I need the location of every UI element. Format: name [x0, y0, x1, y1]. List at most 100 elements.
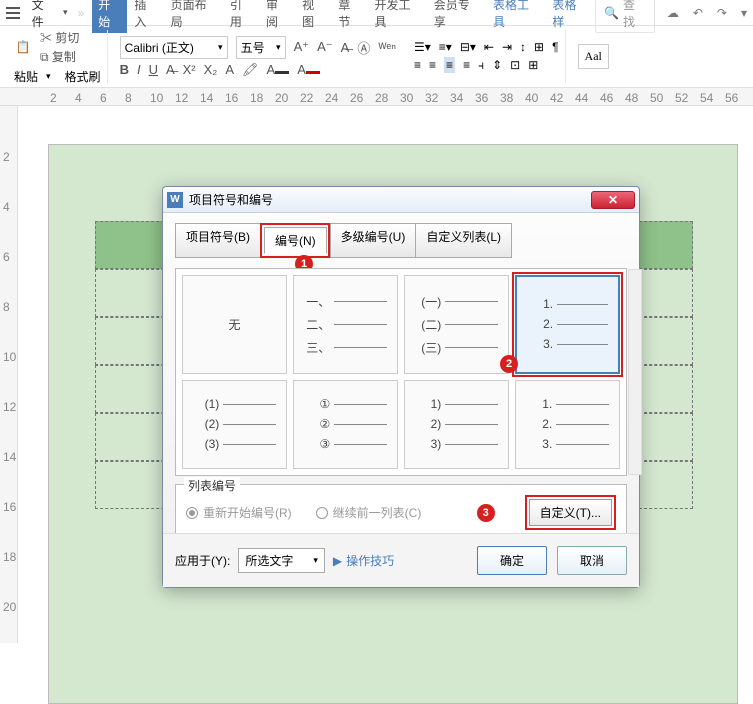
dialog-tabs: 项目符号(B) 编号(N) 多级编号(U) 自定义列表(L)	[175, 223, 627, 258]
continue-list-radio[interactable]: 继续前一列表(C)	[316, 504, 422, 521]
change-case[interactable]: Ⓐ	[357, 38, 370, 57]
distribute[interactable]: ⫞	[478, 58, 484, 73]
dialog-titlebar[interactable]: W 项目符号和编号 ✕	[163, 187, 639, 213]
collapse-icon[interactable]: ▾	[741, 6, 747, 20]
gallery-scrollbar[interactable]	[628, 269, 642, 475]
apply-to-label: 应用于(Y):	[175, 552, 230, 569]
tab-section[interactable]: 章节	[332, 0, 367, 33]
tab-customlist[interactable]: 自定义列表(L)	[415, 223, 512, 258]
clear-format[interactable]: A̶	[341, 40, 350, 55]
gallery-paren-cn[interactable]: (一) (二) (三)	[404, 275, 509, 374]
clipboard-group: 📋 ✂ 剪切 ⧉ 复制 粘贴▾ 格式刷	[8, 30, 108, 83]
ribbon: 📋 ✂ 剪切 ⧉ 复制 粘贴▾ 格式刷 Calibri (正文)▾ 五号▾ A⁺…	[0, 26, 753, 88]
tab-references[interactable]: 引用	[224, 0, 259, 33]
file-menu[interactable]: 文件	[26, 0, 61, 30]
shrink-font[interactable]: A⁻	[317, 39, 333, 55]
gallery-arabic-dot[interactable]: 1. 2. 3.	[515, 275, 620, 374]
tab-pagelayout[interactable]: 页面布局	[165, 0, 223, 33]
tab-member[interactable]: 会员专享	[428, 0, 486, 33]
highlight-button[interactable]: 🖍	[242, 62, 259, 78]
list-numbering-legend: 列表编号	[184, 477, 240, 494]
paragraph-group: ☰▾ ≡▾ ⊟▾ ⇤ ⇥ ↕ ⊞ ¶ ≡ ≡ ≡ ≡ ⫞ ⇕ ⊡ ⊞	[408, 30, 566, 83]
play-icon: ▶	[333, 554, 342, 568]
hamburger-icon[interactable]	[6, 7, 20, 19]
underline-button[interactable]: U	[149, 62, 158, 77]
copy-button[interactable]: ⧉ 复制	[40, 48, 79, 65]
line-spacing[interactable]: ⇕	[492, 58, 502, 72]
pilcrow-button[interactable]: ¶	[552, 40, 558, 54]
dialog-footer: 应用于(Y): 所选文字▾ ▶操作技巧 确定 取消	[163, 533, 639, 587]
increase-indent[interactable]: ⇥	[502, 40, 512, 54]
shading[interactable]: A	[297, 62, 320, 77]
text-effect[interactable]: A	[225, 62, 234, 77]
strike-button[interactable]: A̶	[166, 62, 175, 77]
phonetic[interactable]: ᵂᵉⁿ	[378, 40, 396, 55]
tips-link[interactable]: ▶操作技巧	[333, 552, 394, 569]
style-preview-group: Aal	[572, 30, 615, 83]
font-select[interactable]: Calibri (正文)▾	[120, 36, 228, 59]
subscript-button[interactable]: X₂	[204, 62, 218, 77]
tab-numbering[interactable]: 编号(N)	[264, 227, 327, 254]
shading-para[interactable]: ⊡	[510, 58, 520, 72]
align-justify[interactable]: ≡	[463, 58, 470, 72]
redo-icon[interactable]: ↷	[717, 6, 727, 20]
grow-font[interactable]: A⁺	[294, 39, 310, 55]
gallery-arabic-dot2[interactable]: 1. 2. 3.	[515, 380, 620, 470]
tab-tabletools[interactable]: 表格工具	[487, 0, 545, 33]
tab-view[interactable]: 视图	[296, 0, 331, 33]
annotation-3: 3	[477, 504, 495, 522]
numbering-button[interactable]: ≡▾	[439, 40, 452, 54]
align-left[interactable]: ≡	[414, 58, 421, 72]
paste-label[interactable]: 粘贴	[14, 68, 38, 85]
tab-multilevel[interactable]: 多级编号(U)	[330, 223, 417, 258]
paste-icon[interactable]: 📋	[14, 38, 32, 56]
separator: »	[78, 6, 85, 20]
decrease-indent[interactable]: ⇤	[484, 40, 494, 54]
format-painter[interactable]: 格式刷	[65, 68, 101, 85]
dialog-title: 项目符号和编号	[189, 191, 273, 208]
close-button[interactable]: ✕	[591, 191, 635, 209]
border-button[interactable]: ⊞	[534, 40, 544, 54]
cancel-button[interactable]: 取消	[557, 546, 627, 575]
apply-to-select[interactable]: 所选文字▾	[238, 548, 325, 573]
tab-tablestyle[interactable]: 表格样	[546, 0, 593, 33]
dialog-app-icon: W	[167, 192, 183, 208]
bullets-button[interactable]: ☰▾	[414, 40, 431, 54]
gallery-none[interactable]: 无	[182, 275, 287, 374]
search-box[interactable]: 🔍 查找	[595, 0, 655, 33]
custom-button[interactable]: 自定义(T)...	[529, 499, 612, 526]
tab-insert[interactable]: 插入	[128, 0, 163, 33]
file-dropdown-arrow[interactable]: ▾	[63, 7, 68, 18]
font-color[interactable]: A	[267, 62, 290, 77]
ok-button[interactable]: 确定	[477, 546, 547, 575]
gallery-cn[interactable]: 一、 二、 三、	[293, 275, 398, 374]
undo-icon[interactable]: ↶	[693, 6, 703, 20]
cloud-icon[interactable]: ☁	[667, 6, 679, 20]
cut-button[interactable]: ✂ 剪切	[40, 29, 79, 46]
italic-button[interactable]: I	[137, 62, 141, 77]
restart-numbering-radio[interactable]: 重新开始编号(R)	[186, 504, 292, 521]
ribbon-tabs: 开始 插入 页面布局 引用 审阅 视图 章节 开发工具 会员专享 表格工具 表格…	[92, 0, 593, 33]
tab-devtools[interactable]: 开发工具	[368, 0, 426, 33]
tab-bullets[interactable]: 项目符号(B)	[175, 223, 261, 258]
bold-button[interactable]: B	[120, 62, 129, 77]
sort-button[interactable]: ↕	[520, 40, 526, 54]
menu-bar: 文件 ▾ » 开始 插入 页面布局 引用 审阅 视图 章节 开发工具 会员专享 …	[0, 0, 753, 26]
ruler-vertical[interactable]: 24 68 1012 1416 1820	[0, 106, 18, 643]
gallery-arabic-paren[interactable]: 1) 2) 3)	[404, 380, 509, 470]
search-icon: 🔍	[604, 6, 619, 20]
borders-para[interactable]: ⊞	[528, 58, 538, 72]
window-controls: ☁ ↶ ↷ ▾	[667, 6, 747, 20]
multilevel-button[interactable]: ⊟▾	[460, 40, 476, 54]
style-preview[interactable]: Aal	[578, 44, 609, 69]
tab-review[interactable]: 审阅	[260, 0, 295, 33]
align-center[interactable]: ≡	[429, 58, 436, 72]
ruler-horizontal[interactable]: 24 68 1012 1416 1820 2224 2628 3032 3436…	[0, 88, 753, 106]
align-right[interactable]: ≡	[444, 57, 455, 73]
gallery-circled[interactable]: ① ② ③	[293, 380, 398, 470]
font-group: Calibri (正文)▾ 五号▾ A⁺ A⁻ A̶ Ⓐ ᵂᵉⁿ B I U A…	[114, 30, 402, 83]
gallery-paren-num[interactable]: (1) (2) (3)	[182, 380, 287, 470]
superscript-button[interactable]: X²	[183, 62, 196, 77]
size-select[interactable]: 五号▾	[236, 36, 286, 59]
search-placeholder: 查找	[623, 0, 646, 30]
